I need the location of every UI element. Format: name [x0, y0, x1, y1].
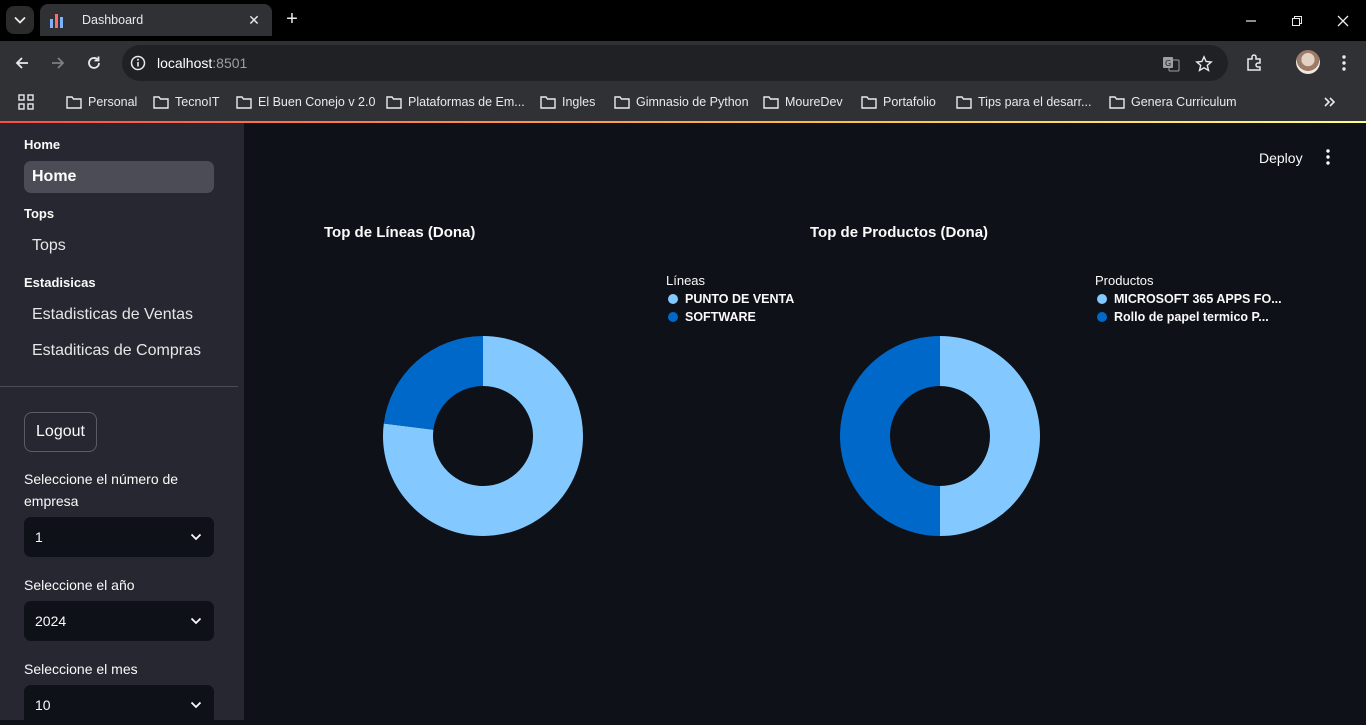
anio-label: Seleccione el año — [24, 577, 135, 593]
legend-marker — [1097, 312, 1107, 322]
mes-select[interactable]: 10 — [24, 685, 214, 725]
tab-search-button[interactable] — [6, 6, 34, 34]
extensions-button[interactable] — [1241, 50, 1267, 76]
profile-avatar[interactable] — [1296, 50, 1320, 74]
close-window-button[interactable] — [1320, 0, 1366, 41]
folder-icon — [66, 96, 82, 109]
address-bar[interactable]: localhost:8501 G — [122, 45, 1228, 81]
minimize-button[interactable] — [1228, 0, 1274, 41]
bookmark-folder[interactable]: El Buen Conejo v 2.0 — [236, 93, 375, 111]
chart-productos-legend-item[interactable]: Rollo de papel termico P... — [1097, 310, 1269, 324]
legend-marker — [668, 312, 678, 322]
arrow-right-icon — [52, 57, 65, 69]
nav-section-estadisticas: Estadisicas — [24, 275, 96, 290]
bookmark-star-icon[interactable] — [1193, 53, 1215, 75]
chart-productos-title: Top de Productos (Dona) — [810, 224, 989, 241]
chart-lineas-donut — [383, 336, 583, 536]
folder-icon — [153, 96, 169, 109]
minimize-icon — [1246, 19, 1256, 22]
browser-tabstrip: Dashboard ✕ + — [0, 0, 1366, 41]
bookmark-folder[interactable]: Portafolio — [861, 93, 936, 111]
folder-icon — [614, 96, 630, 109]
folder-icon — [956, 96, 972, 109]
browser-toolbar: localhost:8501 G — [0, 41, 1366, 84]
kebab-menu-icon — [1342, 55, 1346, 71]
sidebar-item-home[interactable]: Home — [24, 161, 214, 193]
double-chevron-right-icon — [1324, 97, 1336, 107]
url-text: localhost:8501 — [157, 55, 248, 71]
browser-tab-active[interactable]: Dashboard ✕ — [40, 4, 272, 36]
folder-icon — [236, 96, 252, 109]
chart-lineas-title: Top de Líneas (Dona) — [324, 224, 476, 241]
folder-icon — [540, 96, 556, 109]
main-menu-button[interactable] — [1318, 146, 1338, 168]
tab-close-icon[interactable]: ✕ — [246, 12, 262, 29]
puzzle-icon — [1247, 54, 1261, 71]
reload-button[interactable] — [81, 50, 107, 76]
reload-icon — [88, 56, 100, 69]
bookmark-folder[interactable]: Gimnasio de Python — [614, 93, 749, 111]
bookmark-folder[interactable]: Tips para el desarr... — [956, 93, 1091, 111]
restore-button[interactable] — [1274, 0, 1320, 41]
nav-section-home: Home — [24, 137, 61, 152]
chevron-down-icon — [190, 533, 202, 541]
sidebar-item-estadisticas-compras[interactable]: Estaditicas de Compras — [24, 335, 214, 367]
more-bookmarks-button[interactable] — [1323, 93, 1343, 111]
sidebar-item-tops[interactable]: Tops — [24, 230, 214, 262]
bookmark-folder[interactable]: Ingles — [540, 93, 595, 111]
chart-productos-legend-title: Productos — [1095, 273, 1154, 288]
apps-grid-icon[interactable] — [18, 93, 40, 111]
anio-select[interactable]: 2024 — [24, 601, 214, 641]
browser-menu-button[interactable] — [1331, 50, 1357, 76]
sidebar-divider — [0, 386, 238, 387]
chart-lineas-legend-item[interactable]: PUNTO DE VENTA — [668, 292, 794, 306]
close-icon — [1337, 15, 1349, 26]
donut-slice-software[interactable] — [383, 336, 483, 430]
new-tab-button[interactable]: + — [282, 8, 302, 32]
site-info-icon[interactable] — [127, 52, 149, 74]
empresa-select[interactable]: 1 — [24, 517, 214, 557]
folder-icon — [1109, 96, 1125, 109]
svg-text:G: G — [1165, 59, 1171, 68]
chevron-down-icon — [14, 16, 26, 24]
logout-button[interactable]: Logout — [24, 412, 97, 452]
chart-productos-legend-item[interactable]: MICROSOFT 365 APPS FO... — [1097, 292, 1282, 306]
bookmark-folder[interactable]: Personal — [66, 93, 137, 111]
folder-icon — [386, 96, 402, 109]
chevron-down-icon — [190, 701, 202, 709]
chevron-down-icon — [190, 617, 202, 625]
chart-productos-donut — [840, 336, 1040, 536]
donut-slice-rollo-de-papel-termico-p[interactable] — [840, 336, 940, 536]
kebab-menu-icon — [1326, 149, 1330, 165]
back-button[interactable] — [9, 50, 35, 76]
bookmark-folder[interactable]: Genera Curriculum — [1109, 93, 1237, 111]
nav-section-tops: Tops — [24, 206, 55, 221]
sidebar-item-estadisticas-ventas[interactable]: Estadisticas de Ventas — [24, 299, 214, 331]
chart-lineas-legend-title: Líneas — [666, 273, 706, 288]
bookmarks-bar: Personal TecnoIT El Buen Conejo v 2.0 Pl… — [0, 84, 1366, 121]
tab-title: Dashboard — [82, 13, 144, 27]
arrow-left-icon — [15, 57, 28, 69]
translate-icon[interactable]: G — [1160, 53, 1182, 75]
folder-icon — [861, 96, 877, 109]
forward-button[interactable] — [45, 50, 71, 76]
legend-marker — [668, 294, 678, 304]
bookmark-folder[interactable]: MoureDev — [763, 93, 843, 111]
folder-icon — [763, 96, 779, 109]
streamlit-favicon-icon — [50, 12, 66, 28]
sidebar: Home Home Tops Tops Estadisicas Estadist… — [0, 123, 244, 725]
legend-marker — [1097, 294, 1107, 304]
chart-lineas-legend-item[interactable]: SOFTWARE — [668, 310, 756, 324]
bookmark-folder[interactable]: Plataformas de Em... — [386, 93, 525, 111]
restore-icon — [1292, 15, 1302, 26]
donut-slice-microsoft-365-apps-fo[interactable] — [940, 336, 1040, 536]
bookmark-folder[interactable]: TecnoIT — [153, 93, 219, 111]
empresa-label: Seleccione el número de empresa — [24, 471, 179, 509]
deploy-button[interactable]: Deploy — [1259, 150, 1303, 166]
mes-label: Seleccione el mes — [24, 661, 138, 677]
